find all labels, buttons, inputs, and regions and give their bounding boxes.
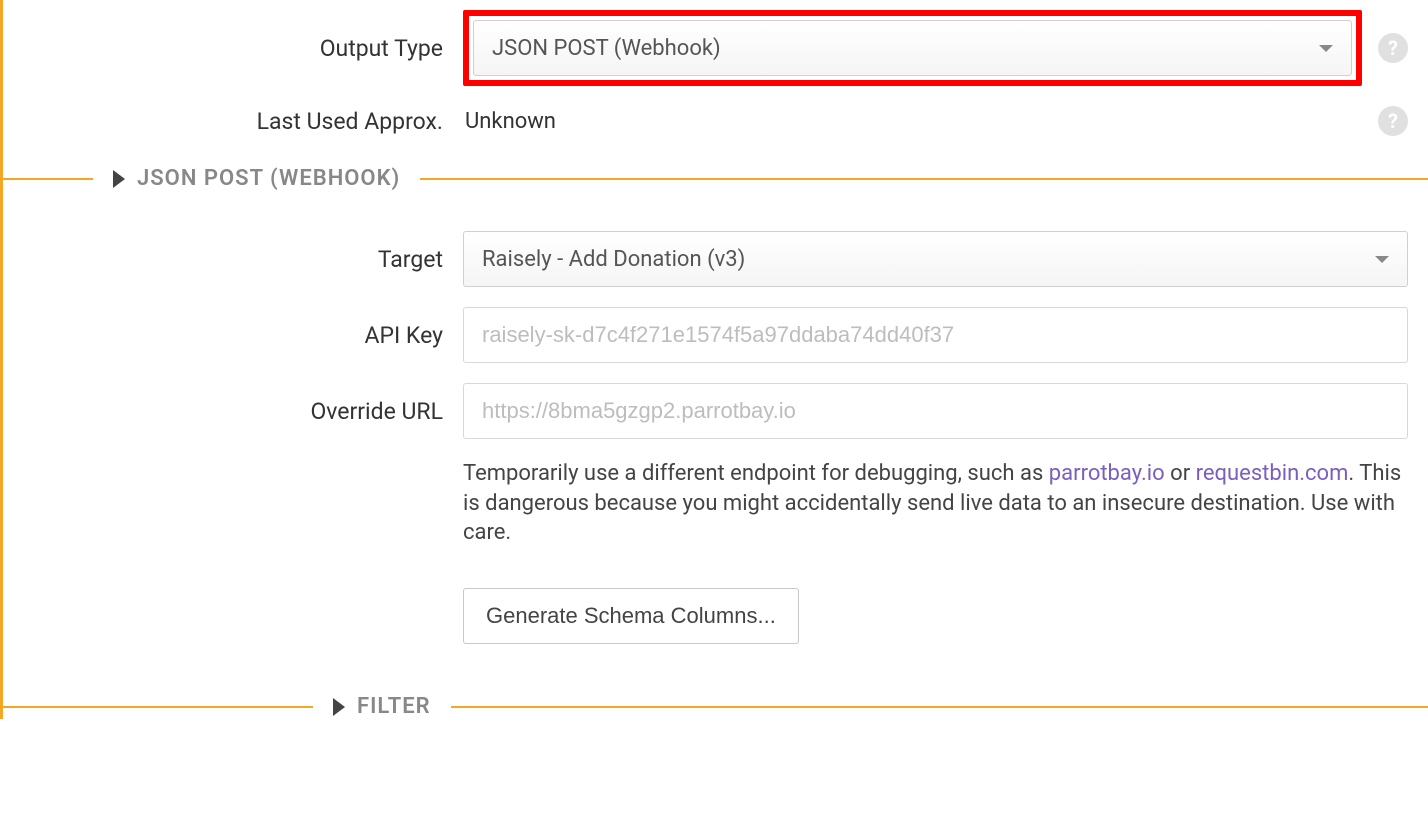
generate-schema-button[interactable]: Generate Schema Columns... (463, 588, 799, 644)
field-gen-schema: Generate Schema Columns... (463, 588, 1428, 644)
input-override-url[interactable] (463, 383, 1408, 439)
field-override-url (463, 383, 1428, 439)
triangle-right-icon (333, 698, 345, 716)
row-target: Target Raisely - Add Donation (v3) (3, 221, 1428, 297)
field-last-used: Unknown ? (463, 106, 1428, 136)
row-hint: Temporarily use a different endpoint for… (3, 449, 1428, 558)
label-api-key: API Key (3, 322, 463, 349)
field-target: Raisely - Add Donation (v3) (463, 231, 1428, 287)
section-header: JSON POST (WEBHOOK) (93, 166, 420, 191)
divider-line (420, 178, 1428, 180)
help-icon[interactable]: ? (1378, 106, 1408, 136)
value-last-used: Unknown (463, 109, 1362, 134)
select-output-type[interactable]: JSON POST (Webhook) (473, 20, 1352, 76)
select-output-type-value: JSON POST (Webhook) (492, 36, 721, 61)
section-json-post[interactable]: JSON POST (WEBHOOK) (3, 166, 1428, 191)
hint-part2: or (1165, 461, 1196, 486)
row-output-type: Output Type JSON POST (Webhook) ? (3, 0, 1428, 96)
select-target-value: Raisely - Add Donation (v3) (482, 247, 745, 272)
label-last-used: Last Used Approx. (3, 108, 463, 135)
row-api-key: API Key (3, 297, 1428, 373)
form-panel: Output Type JSON POST (Webhook) ? Last U… (0, 0, 1428, 719)
link-parrotbay[interactable]: parrotbay.io (1049, 461, 1165, 486)
section-title-filter: FILTER (357, 694, 431, 719)
row-gen-schema: Generate Schema Columns... (3, 558, 1428, 654)
label-target: Target (3, 246, 463, 273)
link-requestbin[interactable]: requestbin.com (1196, 461, 1349, 486)
section-header: FILTER (313, 694, 451, 719)
label-output-type: Output Type (3, 35, 463, 62)
divider-line (3, 178, 93, 180)
triangle-right-icon (113, 170, 125, 188)
row-last-used: Last Used Approx. Unknown ? (3, 96, 1428, 146)
divider-line (3, 706, 313, 708)
hint-wrap: Temporarily use a different endpoint for… (463, 449, 1428, 548)
highlight-output-type: JSON POST (Webhook) (463, 10, 1362, 86)
chevron-down-icon (1375, 256, 1389, 263)
section-title-json-post: JSON POST (WEBHOOK) (137, 166, 400, 191)
select-target[interactable]: Raisely - Add Donation (v3) (463, 231, 1408, 287)
field-api-key (463, 307, 1428, 363)
label-override-url: Override URL (3, 398, 463, 425)
hint-part1: Temporarily use a different endpoint for… (463, 461, 1049, 486)
input-api-key[interactable] (463, 307, 1408, 363)
row-override-url: Override URL (3, 373, 1428, 449)
section-filter[interactable]: FILTER (3, 694, 1428, 719)
divider-line (451, 706, 1428, 708)
chevron-down-icon (1319, 45, 1333, 52)
help-icon[interactable]: ? (1378, 33, 1408, 63)
field-output-type: JSON POST (Webhook) ? (463, 10, 1428, 86)
hint-text: Temporarily use a different endpoint for… (463, 449, 1408, 548)
